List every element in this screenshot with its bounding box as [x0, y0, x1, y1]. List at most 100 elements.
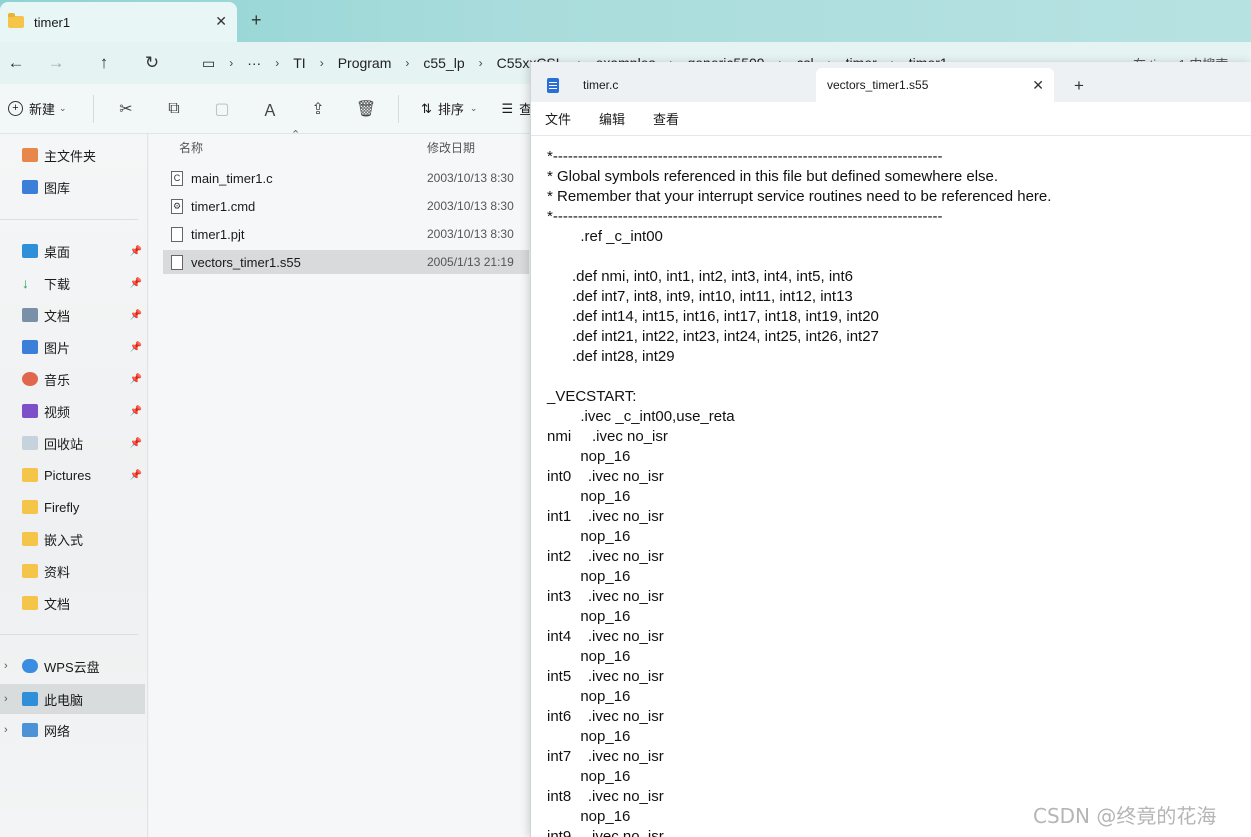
code-line: .ref _c_int00 — [547, 228, 663, 245]
chevron-right-icon[interactable]: › — [4, 660, 8, 672]
sidebar-item-this-pc[interactable]: › 此电脑 — [0, 684, 145, 714]
sidebar-item-embedded[interactable]: 嵌入式 — [0, 525, 148, 553]
code-line: int0 .ivec no_isr — [547, 468, 664, 485]
code-line: nop_16 — [547, 568, 631, 585]
sidebar-item-home[interactable]: 主文件夹 — [0, 141, 148, 169]
gallery-icon — [22, 180, 38, 194]
code-line: nop_16 — [547, 808, 631, 825]
view-icon: ☰ — [501, 100, 514, 116]
chevron-down-icon: ⌄ — [59, 103, 67, 113]
notepad-icon — [547, 77, 559, 93]
sidebar-item-firefly[interactable]: Firefly — [0, 493, 148, 521]
sidebar-item-recycle-bin[interactable]: 回收站 📌 — [0, 429, 148, 457]
menu-view[interactable]: 查看 — [653, 109, 679, 128]
explorer-tab-title: timer1 — [34, 14, 71, 30]
sidebar-item-wps-cloud[interactable]: › WPS云盘 — [0, 652, 148, 680]
pin-icon[interactable]: 📌 — [130, 406, 142, 417]
code-line: _VECSTART: — [547, 388, 637, 405]
sidebar-item-label: 回收站 — [44, 436, 84, 452]
file-row-timer1-pjt[interactable]: timer1.pjt 2003/10/13 8:30 — [163, 222, 529, 246]
breadcrumb-item-program[interactable]: Program — [328, 55, 402, 71]
file-row-timer1-cmd[interactable]: ⚙ timer1.cmd 2003/10/13 8:30 — [163, 194, 529, 218]
column-header-label: 修改日期 — [427, 140, 476, 155]
sidebar-item-videos[interactable]: 视频 📌 — [0, 397, 148, 425]
file-name: timer1.pjt — [191, 226, 245, 242]
explorer-tab[interactable]: timer1 ✕ — [0, 2, 237, 42]
copy-icon[interactable]: ⧉ — [150, 100, 198, 118]
code-line: nop_16 — [547, 648, 631, 665]
column-header-name[interactable]: 名称 — [179, 134, 203, 160]
sidebar-item-desktop[interactable]: 桌面 📌 — [0, 237, 148, 265]
file-date: 2003/10/13 8:30 — [427, 171, 514, 185]
folder-icon — [22, 596, 38, 610]
sidebar-item-network[interactable]: › 网络 — [0, 716, 148, 744]
computer-icon[interactable]: ▭ — [196, 55, 225, 72]
pin-icon[interactable]: 📌 — [130, 438, 142, 449]
share-icon[interactable]: ⇪ — [294, 99, 342, 119]
file-row-main-timer1-c[interactable]: C main_timer1.c 2003/10/13 8:30 — [163, 166, 529, 190]
text-editor[interactable]: *---------------------------------------… — [531, 137, 1251, 837]
sidebar-item-gallery[interactable]: 图库 — [0, 173, 148, 201]
refresh-icon[interactable]: ↻ — [128, 53, 176, 73]
file-row-vectors-timer1-s55[interactable]: vectors_timer1.s55 2005/1/13 21:19 — [163, 250, 529, 274]
chevron-right-icon[interactable]: › — [4, 693, 8, 705]
pin-icon[interactable]: 📌 — [130, 374, 142, 385]
pin-icon[interactable]: 📌 — [130, 278, 142, 289]
new-button[interactable]: + 新建 ⌄ — [0, 99, 85, 118]
code-line: nop_16 — [547, 688, 631, 705]
code-line: int1 .ivec no_isr — [547, 508, 664, 525]
pin-icon[interactable]: 📌 — [130, 342, 142, 353]
file-date: 2003/10/13 8:30 — [427, 227, 514, 241]
chevron-right-icon[interactable]: › — [4, 724, 8, 736]
delete-icon[interactable]: 🗑 — [342, 99, 390, 119]
sort-button[interactable]: ⇅ 排序 ⌄ — [407, 99, 491, 118]
csdn-watermark: CSDN @终竟的花海 — [1033, 804, 1217, 828]
breadcrumb-separator: › — [405, 56, 410, 70]
pin-icon[interactable]: 📌 — [130, 246, 142, 257]
sidebar-item-documents[interactable]: 文档 📌 — [0, 301, 148, 329]
notepad-window: timer.c vectors_timer1.s55 ✕ + 文件 编辑 查看 … — [530, 62, 1251, 837]
breadcrumb-more[interactable]: ··· — [237, 55, 271, 71]
new-tab-button[interactable]: + — [1074, 76, 1084, 96]
breadcrumb-item-ti[interactable]: TI — [283, 55, 315, 71]
back-icon[interactable]: ← — [0, 53, 32, 73]
breadcrumb-separator: › — [275, 56, 280, 70]
cloud-icon — [22, 659, 38, 673]
folder-icon — [22, 532, 38, 546]
notepad-tab-timer-c[interactable]: timer.c — [531, 68, 816, 102]
sidebar-item-pictures[interactable]: Pictures 📌 — [0, 461, 148, 489]
code-line: * Remember that your interrupt service r… — [547, 188, 1052, 205]
column-header-modified[interactable]: 修改日期 — [427, 134, 475, 160]
code-line: nop_16 — [547, 608, 631, 625]
cut-icon[interactable]: ✂ — [102, 99, 150, 119]
sidebar-item-downloads[interactable]: ↓ 下载 📌 — [0, 269, 148, 297]
sidebar-item-docs-folder[interactable]: 文档 — [0, 589, 148, 617]
notepad-tab-label: timer.c — [583, 78, 619, 92]
sidebar-item-pictures-zh[interactable]: 图片 📌 — [0, 333, 148, 361]
up-icon[interactable]: ↑ — [80, 53, 128, 73]
new-button-label: 新建 — [29, 102, 56, 117]
code-line: .def int21, int22, int23, int24, int25, … — [547, 328, 879, 345]
menu-file[interactable]: 文件 — [545, 109, 571, 128]
file-name: main_timer1.c — [191, 170, 273, 186]
music-icon — [22, 372, 38, 386]
paste-icon[interactable]: ▢ — [198, 99, 246, 119]
close-tab-icon[interactable]: ✕ — [1032, 77, 1044, 94]
sidebar-item-music[interactable]: 音乐 📌 — [0, 365, 148, 393]
pin-icon[interactable]: 📌 — [130, 310, 142, 321]
forward-icon[interactable]: → — [32, 53, 80, 73]
new-tab-button[interactable]: + — [251, 10, 262, 31]
sort-button-label: 排序 — [437, 102, 464, 117]
pin-icon[interactable]: 📌 — [130, 470, 142, 481]
close-tab-icon[interactable]: ✕ — [215, 13, 227, 30]
menu-edit[interactable]: 编辑 — [599, 109, 625, 128]
sidebar-item-label: 文档 — [44, 308, 71, 324]
sidebar-item-label: 音乐 — [44, 372, 71, 388]
sidebar-item-materials[interactable]: 资料 — [0, 557, 148, 585]
code-line: .def int7, int8, int9, int10, int11, int… — [547, 288, 853, 305]
folder-icon — [22, 500, 38, 514]
notepad-tab-vectors-timer1[interactable]: vectors_timer1.s55 ✕ — [816, 68, 1054, 102]
sidebar-item-label: 下载 — [44, 276, 71, 292]
rename-icon[interactable]: Ａ — [246, 97, 294, 121]
breadcrumb-item-c55-lp[interactable]: c55_lp — [413, 55, 474, 71]
